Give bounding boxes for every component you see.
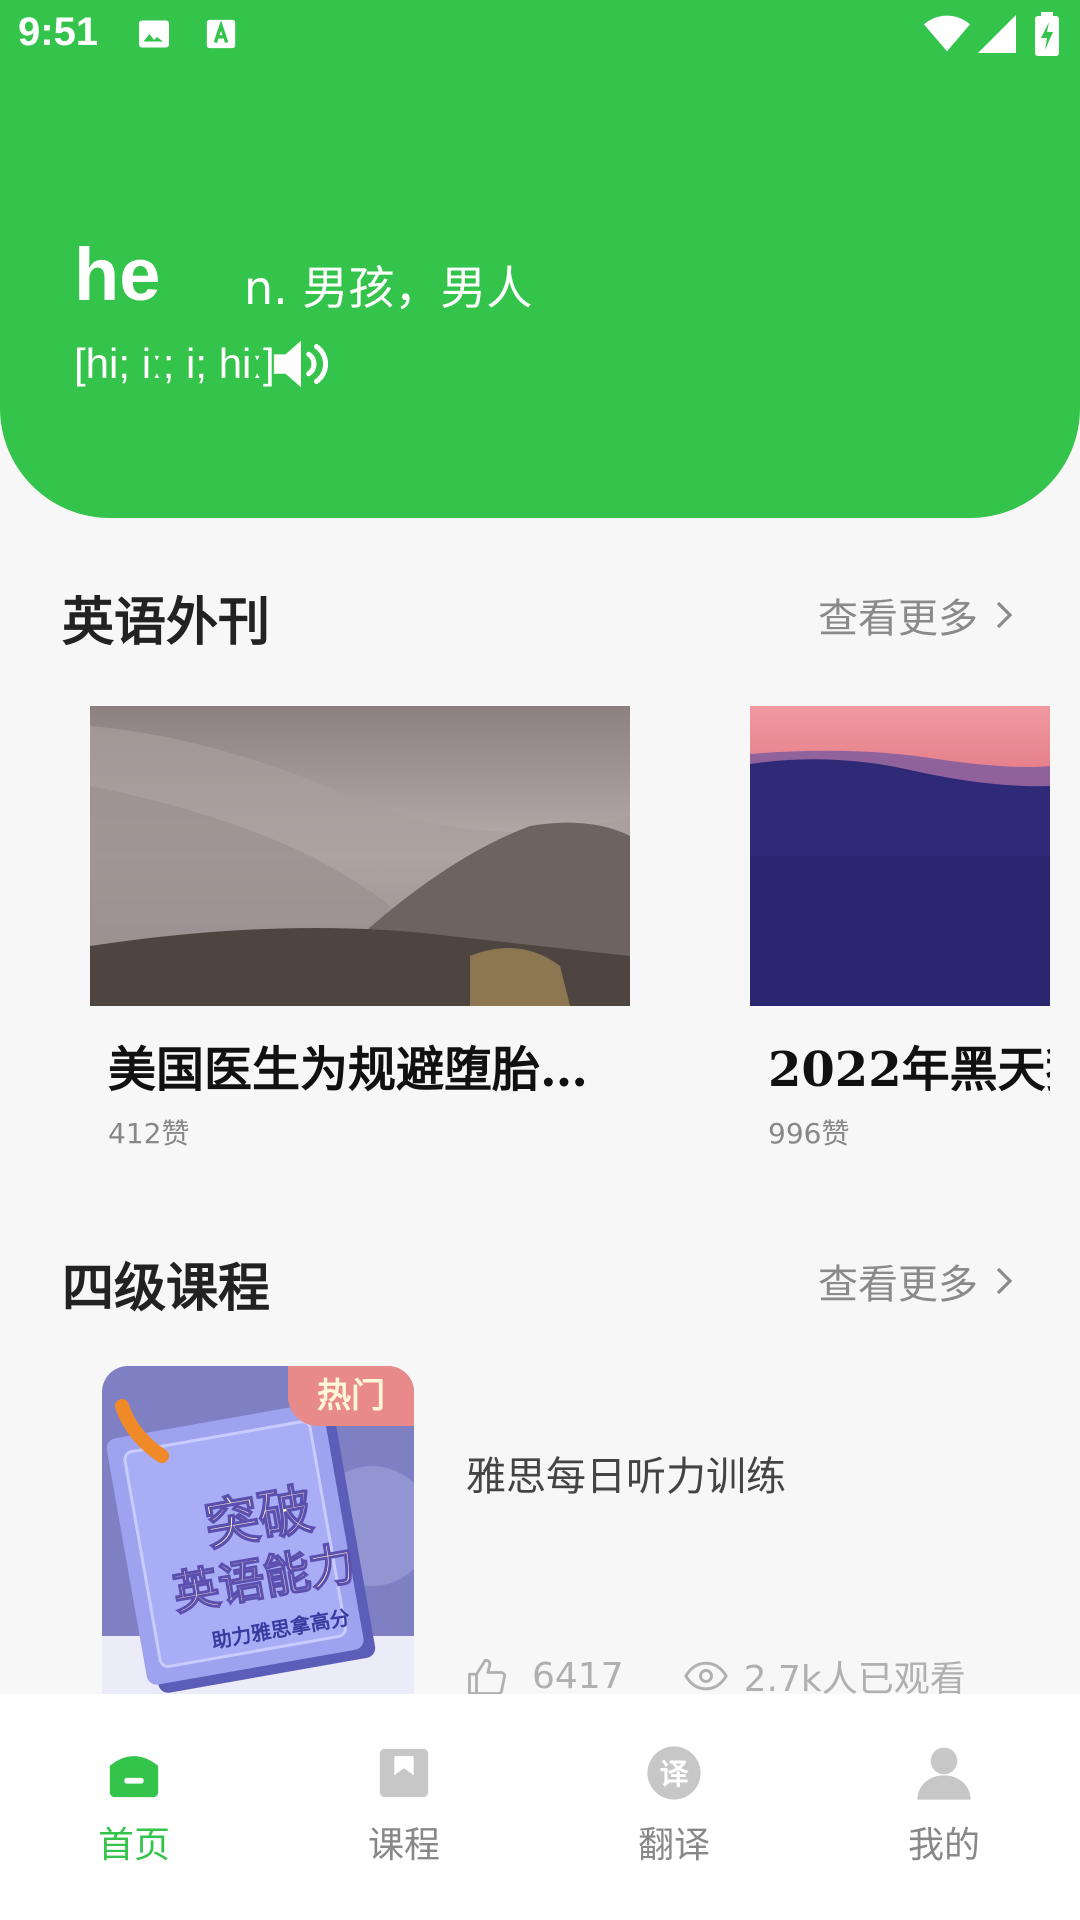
bottom-tab-bar: 首页 课程 译 翻译 我的 <box>0 1694 1080 1920</box>
thumbs-up-icon[interactable] <box>466 1656 508 1696</box>
text-app-icon <box>206 19 236 49</box>
article-title[interactable]: 美国医生为规避堕胎… <box>108 1030 608 1100</box>
word-phonetic: [hi; iː; i; hiː] <box>74 340 275 387</box>
battery-charging-icon <box>1035 12 1059 56</box>
chevron-right-icon <box>996 1267 1012 1295</box>
journal-see-more-link[interactable]: 查看更多 <box>818 586 1012 644</box>
tab-label: 课程 <box>367 1825 440 1866</box>
course-cover[interactable]: 突破 英语能力 助力雅思拿高分 热门 <box>102 1366 414 1696</box>
gallery-icon <box>139 20 169 48</box>
tab-translate[interactable]: 译 翻译 <box>574 1744 774 1868</box>
tab-profile[interactable]: 我的 <box>844 1744 1044 1868</box>
tab-label: 我的 <box>907 1825 980 1866</box>
article-card[interactable] <box>750 706 1050 1006</box>
word-definition: n. 男孩，男人 <box>244 261 533 315</box>
cell-signal-icon <box>978 15 1016 53</box>
home-icon <box>109 1756 159 1798</box>
pronounce-speaker-icon[interactable] <box>270 336 332 392</box>
article-likes: 996赞 <box>768 1117 850 1150</box>
hot-badge: 热门 <box>288 1366 414 1426</box>
section-title-journal: 英语外刊 <box>62 593 271 653</box>
tab-label: 翻译 <box>637 1825 710 1866</box>
see-more-label: 查看更多 <box>818 1262 978 1308</box>
course-see-more-link[interactable]: 查看更多 <box>818 1252 1012 1310</box>
article-image <box>90 706 630 1006</box>
course-title[interactable]: 雅思每日听力训练 <box>466 1444 786 1502</box>
section-title-course: 四级课程 <box>62 1259 271 1319</box>
chevron-right-icon <box>996 601 1012 629</box>
wifi-icon <box>924 15 970 52</box>
word-of-day-header: 9:51 he n. 男孩，男人 [hi; iː; i; hiː] <box>0 0 1080 518</box>
tab-courses[interactable]: 课程 <box>304 1744 504 1868</box>
course-likes: 6417 <box>532 1655 624 1697</box>
article-image <box>750 706 1050 1006</box>
article-likes: 412赞 <box>108 1117 190 1150</box>
status-bar: 9:51 <box>0 0 1080 70</box>
article-card[interactable] <box>90 706 630 1006</box>
tab-label: 首页 <box>97 1825 170 1866</box>
translate-icon: 译 <box>647 1746 701 1800</box>
tab-home[interactable]: 首页 <box>34 1744 234 1868</box>
see-more-label: 查看更多 <box>818 596 978 642</box>
status-time: 9:51 <box>18 10 99 54</box>
article-title[interactable]: 2022年黑天鹅 <box>768 1030 1050 1100</box>
translate-glyph: 译 <box>659 1757 689 1791</box>
word-text: he <box>74 233 161 316</box>
bookmark-icon <box>379 1748 429 1798</box>
eye-icon <box>683 1661 728 1691</box>
profile-icon <box>917 1747 971 1800</box>
